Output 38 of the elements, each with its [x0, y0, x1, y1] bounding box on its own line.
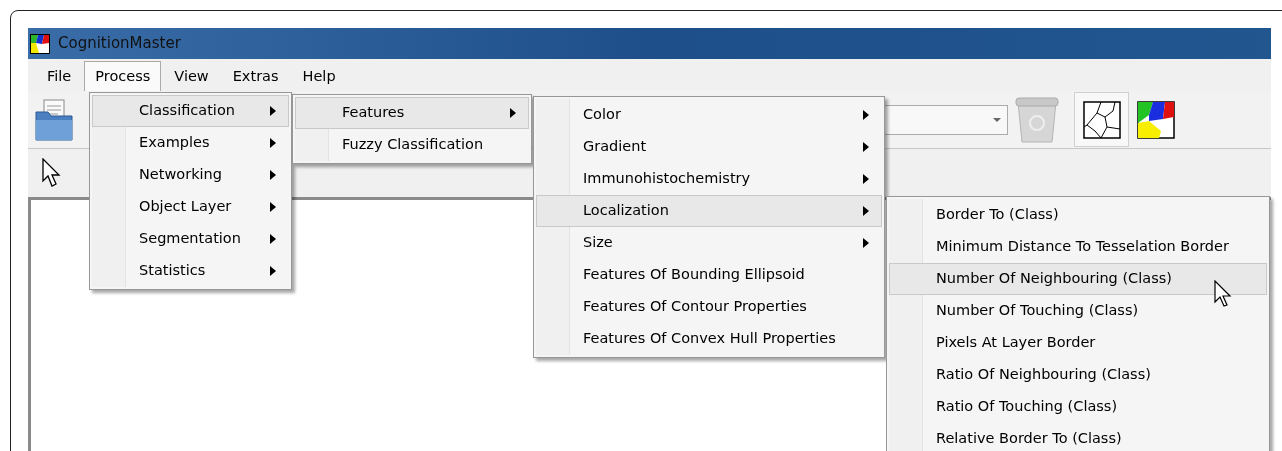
menu-item[interactable]: Ratio Of Touching (Class)	[889, 391, 1267, 423]
menu-item[interactable]: Ratio Of Neighbouring (Class)	[889, 359, 1267, 391]
menu-item[interactable]: Examples	[92, 127, 289, 159]
menu-item[interactable]: Minimum Distance To Tesselation Border	[889, 231, 1267, 263]
menu-item[interactable]: Fuzzy Classification	[295, 129, 529, 161]
window-title: CognitionMaster	[58, 33, 181, 55]
menu-bar-item[interactable]: Extras	[221, 61, 290, 91]
menu-item[interactable]: Features	[295, 97, 529, 129]
menu-item[interactable]: Features Of Convex Hull Properties	[536, 323, 882, 355]
mouse-cursor-icon	[1214, 280, 1232, 308]
menu-item[interactable]: Immunohistochemistry	[536, 163, 882, 195]
menu-item[interactable]: Size	[536, 227, 882, 259]
menu-item[interactable]: Color	[536, 99, 882, 131]
menu-item[interactable]: Features Of Contour Properties	[536, 291, 882, 323]
menu-item[interactable]: Statistics	[92, 255, 289, 287]
menu-bar-item[interactable]: Help	[291, 61, 347, 91]
open-folder-icon[interactable]	[34, 97, 74, 142]
menu-item[interactable]: Relative Border To (Class)	[889, 423, 1267, 451]
colored-segmentation-icon[interactable]	[1137, 100, 1175, 139]
menu-item[interactable]: Networking	[92, 159, 289, 191]
dropdown-arrow-icon	[993, 117, 1001, 122]
pointer-icon[interactable]	[42, 158, 62, 188]
menu-item[interactable]: Object Layer	[92, 191, 289, 223]
segmentation-outline-button[interactable]	[1074, 92, 1129, 147]
menu-item[interactable]: Number Of Touching (Class)	[889, 295, 1267, 327]
menu-bar-item[interactable]: File	[36, 61, 83, 91]
menu-bar-item[interactable]: Process	[84, 61, 162, 91]
menu-bar-item[interactable]: View	[163, 61, 220, 91]
app-logo-icon	[30, 33, 50, 54]
menu-item[interactable]: Localization	[536, 195, 882, 227]
menu-item[interactable]: Pixels At Layer Border	[889, 327, 1267, 359]
cell-outline-icon	[1082, 100, 1121, 139]
menu-item[interactable]: Gradient	[536, 131, 882, 163]
menu-item[interactable]: Features Of Bounding Ellipsoid	[536, 259, 882, 291]
menu-item[interactable]: Number Of Neighbouring (Class)	[889, 263, 1267, 295]
menu-item[interactable]: Classification	[92, 95, 289, 127]
menu-item[interactable]: Segmentation	[92, 223, 289, 255]
menu-item[interactable]: Border To (Class)	[889, 199, 1267, 231]
